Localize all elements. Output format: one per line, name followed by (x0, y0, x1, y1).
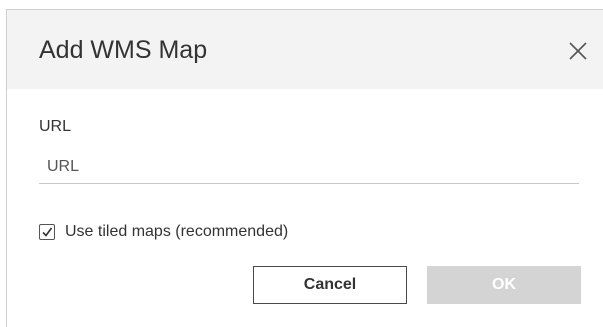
use-tiled-maps-checkbox[interactable] (39, 224, 55, 240)
add-wms-map-dialog: Add WMS Map URL Use tiled maps (recommen… (6, 9, 603, 327)
cancel-button[interactable]: Cancel (253, 266, 407, 304)
url-label: URL (39, 118, 72, 135)
url-input[interactable] (39, 150, 579, 184)
use-tiled-maps-label: Use tiled maps (recommended) (65, 223, 289, 240)
close-icon[interactable] (567, 40, 589, 62)
dialog-header: Add WMS Map (7, 10, 603, 89)
dialog-title: Add WMS Map (39, 36, 208, 64)
ok-button[interactable]: OK (427, 266, 581, 304)
checkmark-icon (42, 227, 53, 237)
use-tiled-maps-option[interactable]: Use tiled maps (recommended) (39, 221, 288, 243)
